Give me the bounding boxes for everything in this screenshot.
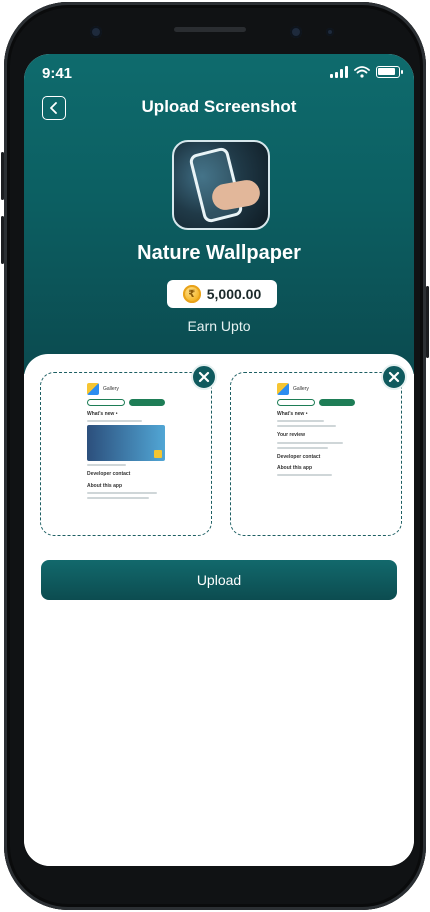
- page-title: Upload Screenshot: [141, 97, 297, 116]
- status-icons: [330, 66, 403, 78]
- reward-chip: ₹ 5,000.00: [167, 280, 277, 308]
- upload-panel: Gallery What's new • Developer contact A…: [24, 354, 414, 866]
- phone-side-button: [1, 216, 4, 264]
- phone-frame: 9:41 Upload Screenshot Nature Wallpaper …: [1, 2, 429, 910]
- screenshot-card[interactable]: Gallery What's new • Developer contact A…: [40, 372, 212, 536]
- preview-developer-contact: Developer contact: [87, 471, 131, 478]
- preview-app-title: Gallery: [103, 385, 119, 392]
- preview-whats-new: What's new •: [277, 411, 308, 417]
- app-icon: [172, 140, 270, 230]
- preview-screenshots-strip: [87, 425, 165, 462]
- preview-app-title: Gallery: [293, 385, 309, 392]
- phone-screen: 9:41 Upload Screenshot Nature Wallpaper …: [24, 54, 414, 866]
- earpiece-speaker: [174, 27, 246, 32]
- remove-screenshot-button[interactable]: [191, 364, 217, 390]
- preview-developer-contact: Developer contact: [277, 453, 321, 460]
- wifi-icon: [354, 66, 370, 78]
- sensor-icon: [326, 28, 334, 36]
- phone-side-button: [1, 152, 4, 200]
- coin-icon: ₹: [182, 285, 201, 303]
- battery-icon: [376, 66, 403, 78]
- remove-screenshot-button[interactable]: [381, 364, 407, 390]
- preview-about: About this app: [277, 464, 312, 471]
- front-camera-icon: [90, 26, 102, 38]
- hero-header: 9:41 Upload Screenshot Nature Wallpaper …: [24, 54, 414, 374]
- preview-your-review: Your review: [277, 432, 305, 439]
- close-icon: [388, 371, 400, 383]
- preview-about: About this app: [87, 482, 122, 489]
- reward-amount: 5,000.00: [206, 286, 262, 302]
- gallery-app-icon: [87, 383, 99, 395]
- close-icon: [198, 371, 210, 383]
- screenshot-preview: Gallery What's new • Developer contact A…: [87, 383, 165, 499]
- screenshot-card[interactable]: Gallery What's new • Your review Develop…: [230, 372, 402, 536]
- preview-whats-new: What's new •: [87, 411, 118, 417]
- screenshot-preview: Gallery What's new • Your review Develop…: [277, 383, 355, 476]
- earn-upto-label: Earn Upto: [187, 318, 251, 334]
- upload-button[interactable]: Upload: [41, 560, 397, 600]
- signal-icon: [330, 66, 348, 78]
- phone-power-button: [426, 286, 429, 358]
- gallery-app-icon: [277, 383, 289, 395]
- app-name: Nature Wallpaper: [137, 242, 301, 264]
- sensor-icon: [290, 26, 302, 38]
- status-time: 9:41: [42, 65, 73, 82]
